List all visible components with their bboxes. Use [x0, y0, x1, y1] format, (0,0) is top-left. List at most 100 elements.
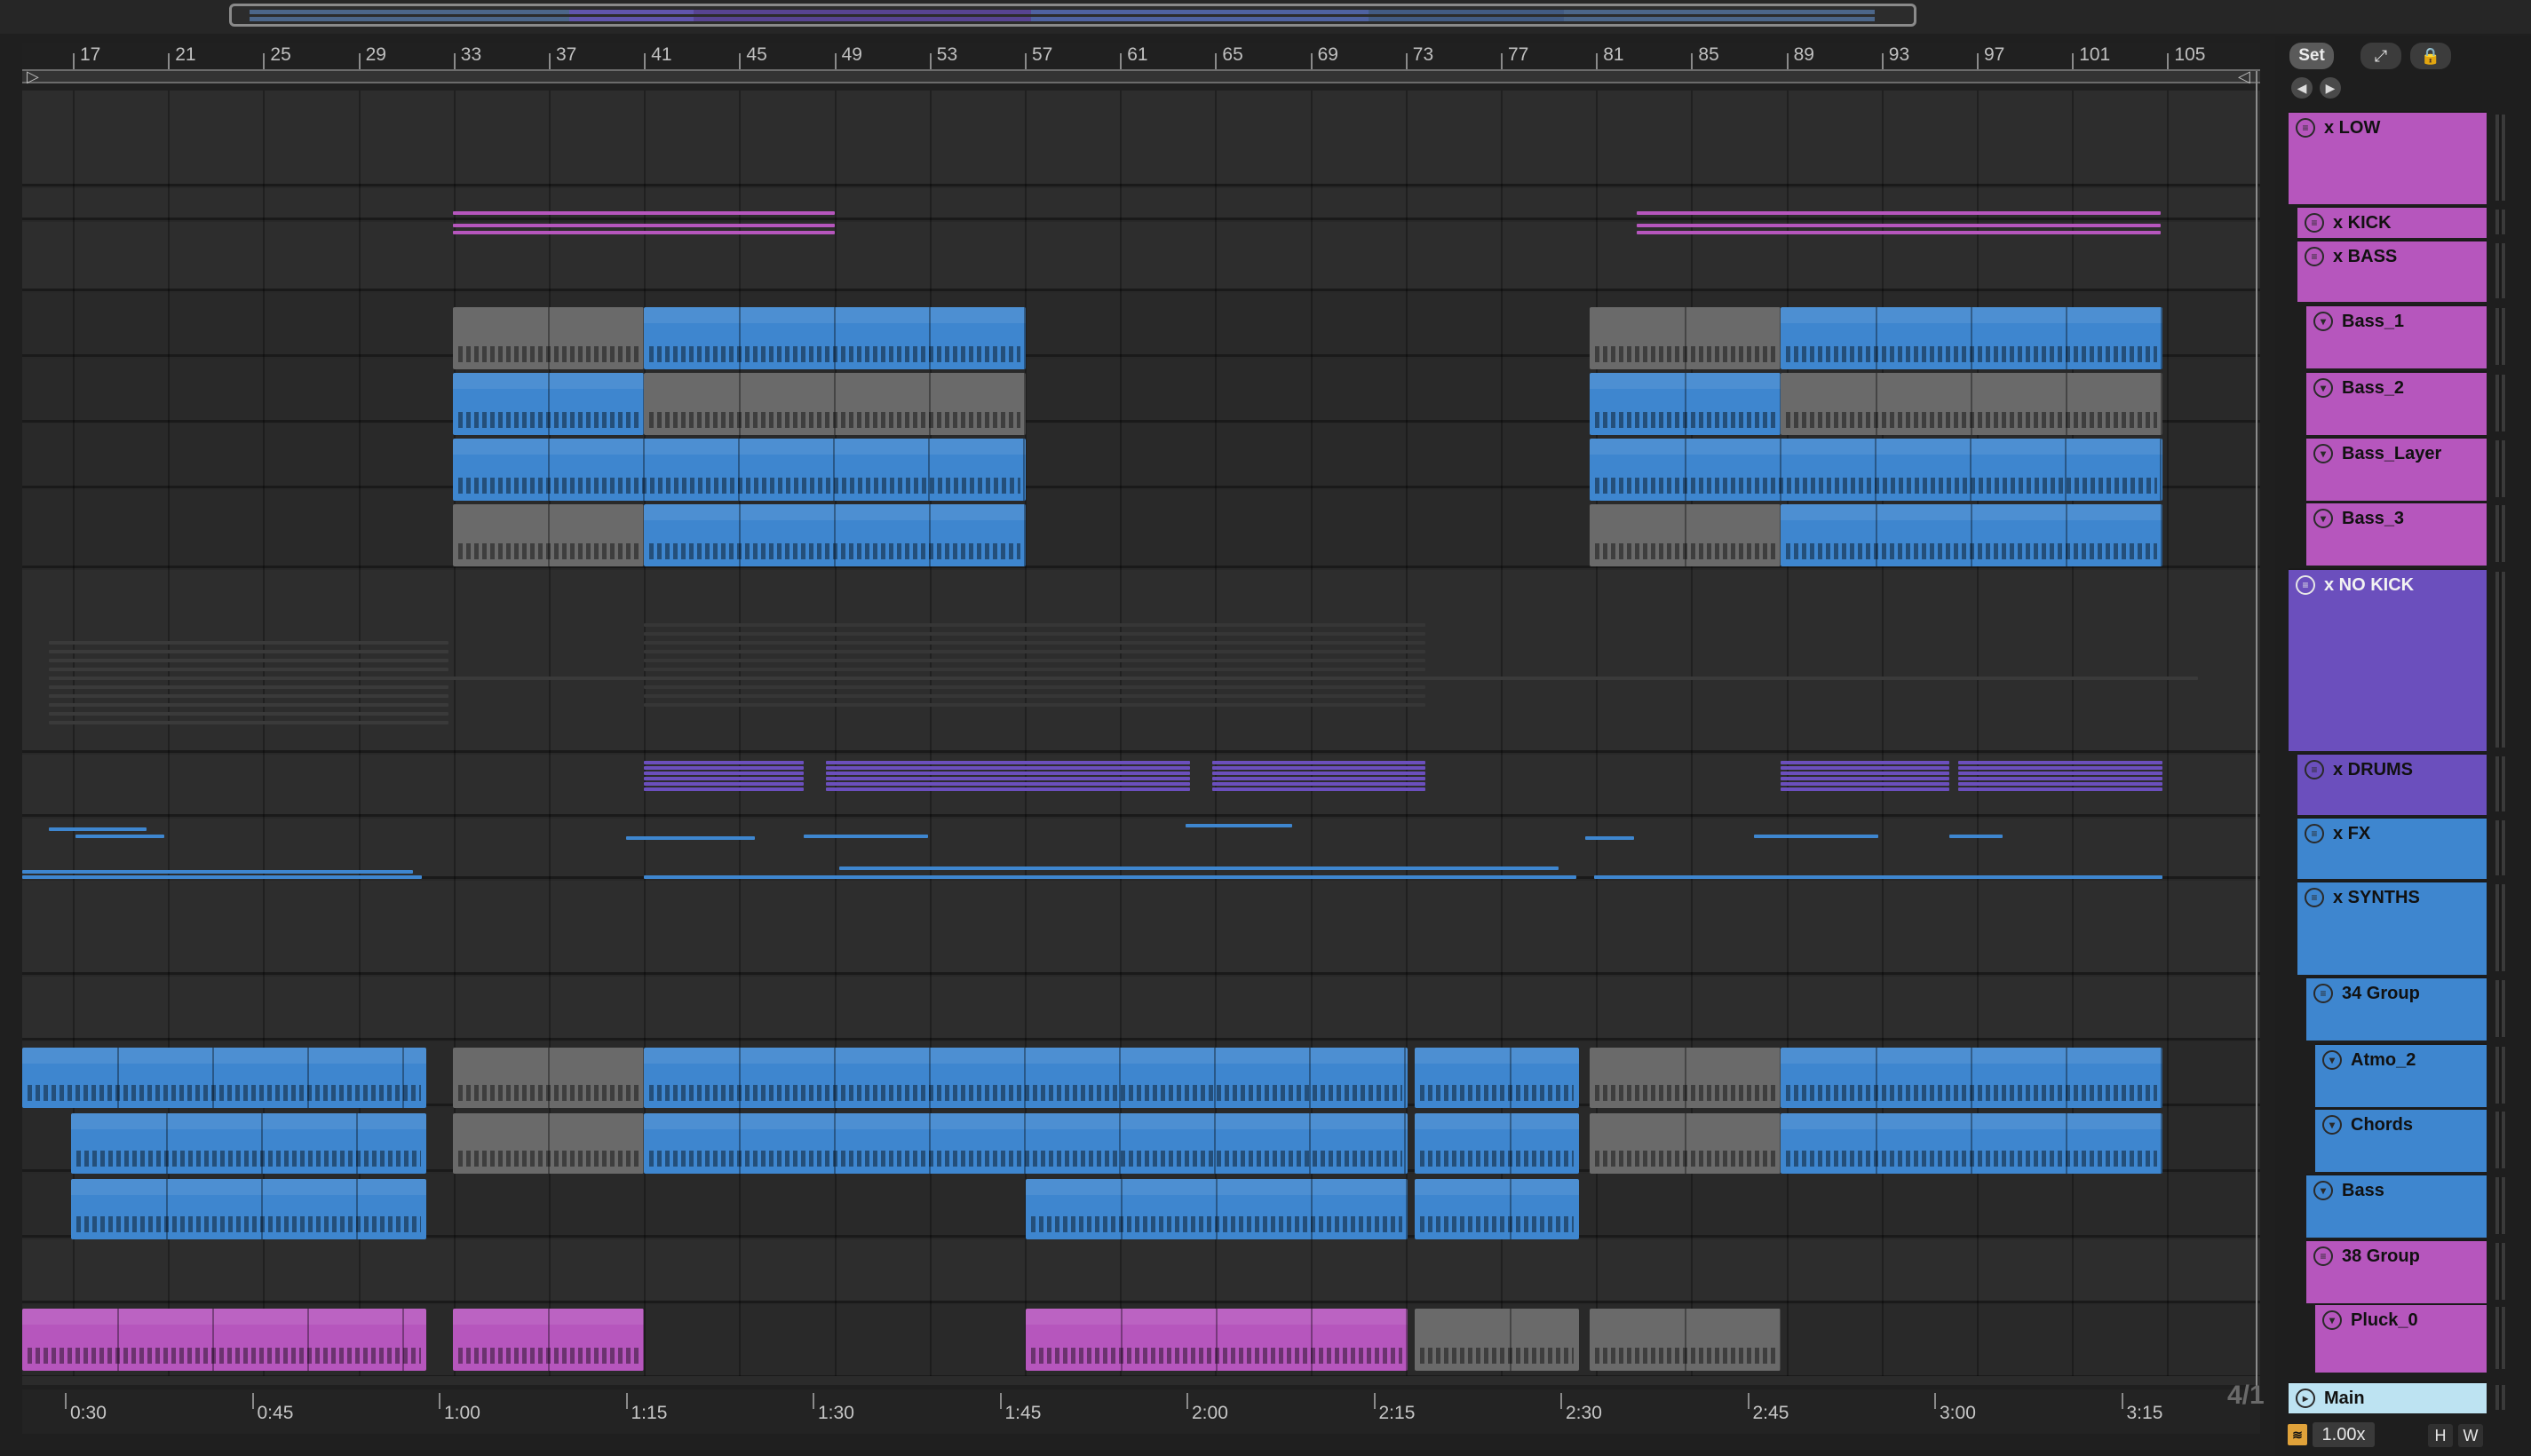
- track-header-pluck-0[interactable]: ▾ Pluck_0: [2315, 1303, 2487, 1373]
- automation-segment[interactable]: [75, 835, 164, 838]
- track-header-bass-2[interactable]: ▾ Bass_2: [2306, 371, 2487, 435]
- automation-segment[interactable]: [1212, 766, 1425, 770]
- clip[interactable]: [644, 504, 1026, 566]
- clip[interactable]: [1415, 1179, 1579, 1239]
- automation-segment[interactable]: [826, 761, 1190, 764]
- automation-segment[interactable]: [826, 772, 1190, 775]
- track-name[interactable]: x SYNTHS: [2333, 888, 2420, 908]
- automation-segment[interactable]: [1594, 875, 2162, 879]
- group-icon[interactable]: ≡: [2305, 760, 2324, 779]
- automation-segment[interactable]: [49, 650, 448, 653]
- automation-segment[interactable]: [644, 668, 1425, 671]
- loop-end-marker-icon[interactable]: ◁: [2238, 67, 2250, 86]
- automation-segment[interactable]: [1781, 782, 1949, 786]
- track-name[interactable]: Pluck_0: [2351, 1310, 2418, 1331]
- automation-segment[interactable]: [839, 866, 1559, 870]
- track-header-x-kick[interactable]: ≡ x KICK: [2297, 206, 2487, 238]
- automation-segment[interactable]: [1781, 777, 1949, 780]
- automation-segment[interactable]: [644, 703, 1425, 707]
- automation-segment[interactable]: [1958, 787, 2162, 791]
- fold-arrow-icon[interactable]: ▾: [2322, 1310, 2342, 1330]
- track-header-38-group[interactable]: ≡ 38 Group: [2306, 1239, 2487, 1303]
- automation-segment[interactable]: [644, 641, 1425, 645]
- automation-segment[interactable]: [644, 766, 804, 770]
- clip[interactable]: [1590, 439, 2162, 501]
- clip[interactable]: [644, 1048, 1408, 1108]
- automation-segment[interactable]: [49, 703, 448, 707]
- zoom-value[interactable]: 1.00x: [2313, 1422, 2375, 1447]
- automation-segment[interactable]: [644, 623, 1425, 627]
- fold-arrow-icon[interactable]: ▾: [2322, 1050, 2342, 1070]
- fold-arrow-icon[interactable]: ▾: [2313, 509, 2333, 528]
- group-icon[interactable]: ≡: [2305, 888, 2324, 907]
- group-icon[interactable]: ≡: [2313, 984, 2333, 1003]
- arrangement-overview[interactable]: [0, 0, 2531, 34]
- clip[interactable]: [1026, 1309, 1408, 1371]
- automation-segment[interactable]: [644, 761, 804, 764]
- group-icon[interactable]: ≡: [2296, 118, 2315, 138]
- back-arrow-icon[interactable]: ◀: [2291, 77, 2313, 99]
- clip[interactable]: [1781, 373, 2162, 435]
- track-name[interactable]: 38 Group: [2342, 1246, 2420, 1267]
- track-name[interactable]: 34 Group: [2342, 984, 2420, 1004]
- automation-segment[interactable]: [826, 787, 1190, 791]
- track-name[interactable]: x FX: [2333, 824, 2370, 844]
- automation-segment[interactable]: [826, 782, 1190, 786]
- lock-icon[interactable]: 🔒: [2410, 43, 2451, 69]
- track-name[interactable]: Bass_2: [2342, 378, 2404, 399]
- clip[interactable]: [1781, 1113, 2162, 1174]
- clip[interactable]: [453, 1113, 644, 1174]
- clip[interactable]: [453, 504, 644, 566]
- automation-segment[interactable]: [1958, 782, 2162, 786]
- clip-header[interactable]: [71, 1113, 426, 1129]
- track-header-34-group[interactable]: ≡ 34 Group: [2306, 977, 2487, 1041]
- automation-segment[interactable]: [1781, 766, 1949, 770]
- track-name[interactable]: Chords: [2351, 1115, 2413, 1136]
- automation-segment[interactable]: [453, 224, 835, 227]
- loop-brace-strip[interactable]: [22, 69, 2260, 83]
- automation-segment[interactable]: [453, 231, 835, 234]
- automation-segment[interactable]: [644, 875, 1576, 879]
- automation-segment[interactable]: [49, 677, 2198, 680]
- automation-segment[interactable]: [1754, 835, 1878, 838]
- group-icon[interactable]: ≡: [2313, 1246, 2333, 1266]
- fold-arrow-icon[interactable]: ▾: [2313, 312, 2333, 331]
- clip-header[interactable]: [644, 1113, 1408, 1129]
- automation-segment[interactable]: [49, 712, 448, 716]
- fold-arrow-icon[interactable]: ▾: [2313, 378, 2333, 398]
- track-header-bass-3[interactable]: ▾ Bass_3: [2306, 502, 2487, 566]
- clip-header[interactable]: [22, 1048, 426, 1064]
- track-name[interactable]: x KICK: [2333, 213, 2392, 233]
- automation-segment[interactable]: [49, 641, 448, 645]
- automation-segment[interactable]: [1781, 772, 1949, 775]
- automation-segment[interactable]: [1637, 224, 2161, 227]
- clip[interactable]: [453, 373, 644, 435]
- track-header-x-low[interactable]: ≡ x LOW: [2289, 111, 2487, 204]
- track-name[interactable]: x BASS: [2333, 247, 2397, 267]
- set-button[interactable]: Set: [2289, 43, 2334, 69]
- clip[interactable]: [22, 1309, 426, 1371]
- track-header-x-synths[interactable]: ≡ x SYNTHS: [2297, 881, 2487, 975]
- track-header-bass-layer[interactable]: ▾ Bass_Layer: [2306, 437, 2487, 501]
- automation-segment[interactable]: [49, 659, 448, 662]
- track-name[interactable]: x NO KICK: [2324, 575, 2414, 596]
- automation-segment[interactable]: [49, 685, 448, 689]
- overview-viewport-frame[interactable]: [229, 4, 1916, 27]
- clip-header[interactable]: [644, 1048, 1408, 1064]
- forward-arrow-icon[interactable]: ▶: [2320, 77, 2341, 99]
- automation-segment[interactable]: [49, 827, 147, 831]
- automation-segment[interactable]: [804, 835, 928, 838]
- automation-segment[interactable]: [49, 668, 448, 671]
- clip[interactable]: [1590, 1048, 1781, 1108]
- track-name[interactable]: Atmo_2: [2351, 1050, 2416, 1071]
- automation-segment[interactable]: [644, 685, 1425, 689]
- loop-start-marker-icon[interactable]: ▷: [27, 67, 39, 86]
- track-header-bass[interactable]: ▾ Bass: [2306, 1174, 2487, 1238]
- automation-segment[interactable]: [826, 766, 1190, 770]
- clip-header[interactable]: [1415, 1048, 1579, 1064]
- automation-segment[interactable]: [49, 721, 448, 724]
- automation-segment[interactable]: [644, 772, 804, 775]
- automation-segment[interactable]: [1949, 835, 2003, 838]
- automation-segment[interactable]: [1637, 211, 2161, 215]
- track-header-x-fx[interactable]: ≡ x FX: [2297, 817, 2487, 879]
